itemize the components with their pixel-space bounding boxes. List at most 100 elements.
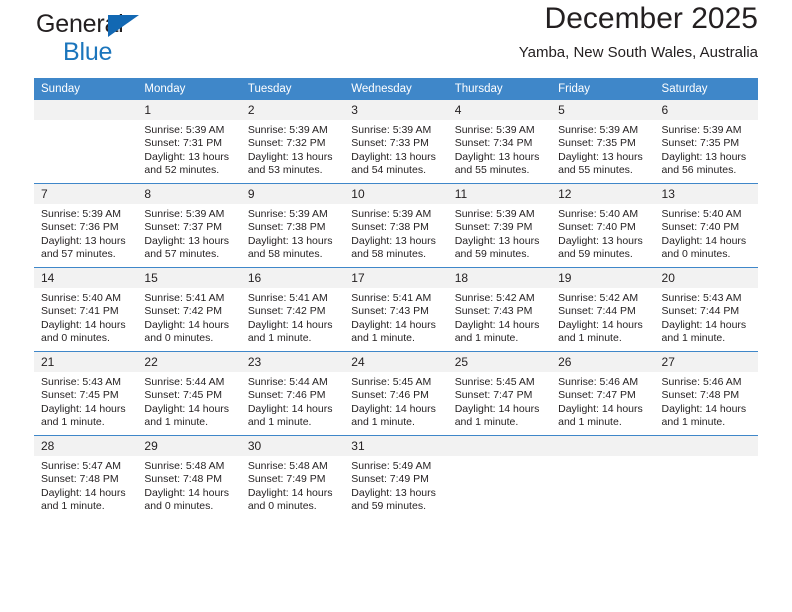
day-details: Sunrise: 5:42 AM Sunset: 7:43 PM Daylight:… bbox=[448, 288, 551, 346]
day-cell[interactable]: 1 Sunrise: 5:39 AM Sunset: 7:31 PM Daylight… bbox=[137, 100, 241, 184]
day-details: Sunrise: 5:39 AM Sunset: 7:35 PM Daylight:… bbox=[551, 120, 654, 178]
day-cell[interactable]: 23 Sunrise: 5:44 AM Sunset: 7:46 PM Dayligh… bbox=[240, 351, 345, 436]
day-cell[interactable]: 13 Sunrise: 5:40 AM Sunset: 7:40 PM Dayligh… bbox=[654, 183, 758, 268]
sunrise-text: Sunrise: 5:40 AM bbox=[41, 292, 121, 304]
day-number: 11 bbox=[447, 184, 552, 204]
sunset-text: Sunset: 7:42 PM bbox=[144, 305, 223, 318]
sunset-text: Sunset: 7:42 PM bbox=[247, 305, 326, 318]
daylight-text-line1: Daylight: 13 hours bbox=[144, 150, 230, 163]
sunrise-text: Sunrise: 5:47 AM bbox=[41, 460, 121, 472]
day-cell[interactable]: 21 Sunrise: 5:43 AM Sunset: 7:45 PM Dayligh… bbox=[34, 351, 138, 436]
day-cell[interactable]: 4 Sunrise: 5:39 AM Sunset: 7:34 PM Daylight… bbox=[447, 100, 552, 184]
daylight-text-line1: Daylight: 13 hours bbox=[351, 234, 436, 247]
day-details: Sunrise: 5:41 AM Sunset: 7:43 PM Daylight:… bbox=[344, 288, 447, 346]
logo-text-general: General bbox=[36, 12, 139, 39]
day-cell[interactable] bbox=[34, 100, 138, 184]
day-cell[interactable]: 3 Sunrise: 5:39 AM Sunset: 7:33 PM Daylight… bbox=[344, 100, 448, 184]
day-cell[interactable]: 20 Sunrise: 5:43 AM Sunset: 7:44 PM Dayligh… bbox=[654, 267, 758, 352]
day-cell[interactable]: 7 Sunrise: 5:39 AM Sunset: 7:36 PM Daylight… bbox=[34, 183, 138, 268]
daylight-text-line1: Daylight: 14 hours bbox=[144, 402, 230, 415]
day-cell[interactable]: 24 Sunrise: 5:45 AM Sunset: 7:46 PM Dayligh… bbox=[344, 351, 448, 436]
daylight-text-line1: Daylight: 14 hours bbox=[558, 402, 643, 415]
day-cell[interactable]: 25 Sunrise: 5:45 AM Sunset: 7:47 PM Dayligh… bbox=[447, 351, 552, 436]
day-cell[interactable]: 6 Sunrise: 5:39 AM Sunset: 7:35 PM Daylight… bbox=[654, 100, 758, 184]
day-number: 31 bbox=[344, 436, 448, 456]
week-row: 1 Sunrise: 5:39 AM Sunset: 7:31 PM Daylight… bbox=[34, 100, 758, 184]
sunset-text: Sunset: 7:40 PM bbox=[558, 221, 636, 234]
sunrise-text: Sunrise: 5:40 AM bbox=[661, 208, 742, 220]
sunset-text: Sunset: 7:35 PM bbox=[661, 137, 740, 150]
weekday-header-sunday: Sunday bbox=[34, 78, 138, 100]
sunset-text: Sunset: 7:44 PM bbox=[661, 305, 740, 318]
daylight-text-line1: Daylight: 13 hours bbox=[41, 234, 126, 247]
day-cell[interactable]: 30 Sunrise: 5:48 AM Sunset: 7:49 PM Dayligh… bbox=[240, 435, 345, 519]
day-details: Sunrise: 5:39 AM Sunset: 7:31 PM Daylight:… bbox=[137, 120, 240, 178]
day-cell[interactable]: 19 Sunrise: 5:42 AM Sunset: 7:44 PM Dayligh… bbox=[551, 267, 655, 352]
daylight-text-line1: Daylight: 14 hours bbox=[454, 402, 540, 415]
day-cell[interactable] bbox=[551, 435, 655, 519]
sunrise-text: Sunrise: 5:43 AM bbox=[661, 292, 742, 304]
sunrise-text: Sunrise: 5:45 AM bbox=[351, 376, 432, 388]
day-cell[interactable]: 14 Sunrise: 5:40 AM Sunset: 7:41 PM Dayligh… bbox=[34, 267, 138, 352]
day-cell[interactable]: 18 Sunrise: 5:42 AM Sunset: 7:43 PM Dayligh… bbox=[447, 267, 552, 352]
day-details: Sunrise: 5:39 AM Sunset: 7:36 PM Daylight:… bbox=[34, 204, 137, 262]
daylight-text-line2: and 1 minute. bbox=[144, 416, 209, 429]
day-cell[interactable]: 28 Sunrise: 5:47 AM Sunset: 7:48 PM Dayligh… bbox=[34, 435, 138, 519]
sunrise-text: Sunrise: 5:39 AM bbox=[41, 208, 121, 220]
general-blue-logo[interactable]: General Blue bbox=[36, 12, 139, 65]
daylight-text-line1: Daylight: 13 hours bbox=[247, 234, 333, 247]
sunset-text: Sunset: 7:38 PM bbox=[351, 221, 429, 234]
day-cell[interactable]: 2 Sunrise: 5:39 AM Sunset: 7:32 PM Daylight… bbox=[240, 100, 345, 184]
sunrise-text: Sunrise: 5:48 AM bbox=[247, 460, 328, 472]
daylight-text-line2: and 1 minute. bbox=[558, 332, 622, 345]
sunrise-text: Sunrise: 5:39 AM bbox=[247, 208, 328, 220]
sunset-text: Sunset: 7:48 PM bbox=[144, 473, 223, 486]
sunset-text: Sunset: 7:47 PM bbox=[558, 389, 636, 402]
daylight-text-line2: and 1 minute. bbox=[41, 500, 105, 513]
sunset-text: Sunset: 7:45 PM bbox=[144, 389, 223, 402]
daylight-text-line2: and 54 minutes. bbox=[351, 164, 426, 177]
sunset-text: Sunset: 7:46 PM bbox=[351, 389, 429, 402]
day-number: 27 bbox=[654, 352, 758, 372]
day-cell[interactable]: 11 Sunrise: 5:39 AM Sunset: 7:39 PM Dayligh… bbox=[447, 183, 552, 268]
day-cell[interactable] bbox=[654, 435, 758, 519]
day-cell[interactable]: 17 Sunrise: 5:41 AM Sunset: 7:43 PM Dayligh… bbox=[344, 267, 448, 352]
day-cell[interactable]: 22 Sunrise: 5:44 AM Sunset: 7:45 PM Dayligh… bbox=[137, 351, 241, 436]
day-cell[interactable]: 26 Sunrise: 5:46 AM Sunset: 7:47 PM Dayligh… bbox=[551, 351, 655, 436]
sunset-text: Sunset: 7:41 PM bbox=[41, 305, 119, 318]
daylight-text-line2: and 59 minutes. bbox=[351, 500, 426, 513]
day-cell[interactable]: 15 Sunrise: 5:41 AM Sunset: 7:42 PM Dayligh… bbox=[137, 267, 241, 352]
daylight-text-line1: Daylight: 14 hours bbox=[41, 486, 126, 499]
sunrise-text: Sunrise: 5:39 AM bbox=[454, 208, 535, 220]
day-details: Sunrise: 5:47 AM Sunset: 7:48 PM Daylight:… bbox=[34, 456, 137, 514]
day-cell[interactable]: 8 Sunrise: 5:39 AM Sunset: 7:37 PM Daylight… bbox=[137, 183, 241, 268]
day-number: 28 bbox=[34, 436, 138, 456]
daylight-text-line2: and 1 minute. bbox=[351, 416, 415, 429]
daylight-text-line1: Daylight: 13 hours bbox=[558, 234, 643, 247]
day-cell[interactable]: 5 Sunrise: 5:39 AM Sunset: 7:35 PM Daylight… bbox=[551, 100, 655, 184]
sunset-text: Sunset: 7:39 PM bbox=[454, 221, 533, 234]
day-details: Sunrise: 5:41 AM Sunset: 7:42 PM Daylight:… bbox=[241, 288, 344, 346]
day-cell[interactable]: 27 Sunrise: 5:46 AM Sunset: 7:48 PM Dayligh… bbox=[654, 351, 758, 436]
day-cell[interactable]: 16 Sunrise: 5:41 AM Sunset: 7:42 PM Dayligh… bbox=[240, 267, 345, 352]
day-details: Sunrise: 5:39 AM Sunset: 7:32 PM Daylight:… bbox=[241, 120, 344, 178]
triangle-icon bbox=[108, 15, 139, 37]
day-number: 15 bbox=[137, 268, 241, 288]
daylight-text-line2: and 1 minute. bbox=[661, 416, 726, 429]
sunset-text: Sunset: 7:32 PM bbox=[247, 137, 326, 150]
day-cell[interactable] bbox=[447, 435, 552, 519]
day-cell[interactable]: 10 Sunrise: 5:39 AM Sunset: 7:38 PM Dayligh… bbox=[344, 183, 448, 268]
daylight-text-line1: Daylight: 14 hours bbox=[247, 486, 333, 499]
weekday-header-thursday: Thursday bbox=[447, 78, 552, 100]
day-cell[interactable]: 29 Sunrise: 5:48 AM Sunset: 7:48 PM Dayligh… bbox=[137, 435, 241, 519]
daylight-text-line1: Daylight: 13 hours bbox=[661, 150, 747, 163]
day-cell[interactable]: 31 Sunrise: 5:49 AM Sunset: 7:49 PM Dayligh… bbox=[344, 435, 448, 519]
daylight-text-line2: and 59 minutes. bbox=[558, 248, 633, 261]
day-cell[interactable]: 9 Sunrise: 5:39 AM Sunset: 7:38 PM Daylight… bbox=[240, 183, 345, 268]
day-number bbox=[551, 436, 655, 456]
sunrise-text: Sunrise: 5:46 AM bbox=[661, 376, 742, 388]
daylight-text-line1: Daylight: 14 hours bbox=[661, 234, 747, 247]
day-details: Sunrise: 5:48 AM Sunset: 7:48 PM Daylight:… bbox=[137, 456, 240, 514]
day-number bbox=[34, 100, 138, 120]
day-cell[interactable]: 12 Sunrise: 5:40 AM Sunset: 7:40 PM Dayligh… bbox=[551, 183, 655, 268]
